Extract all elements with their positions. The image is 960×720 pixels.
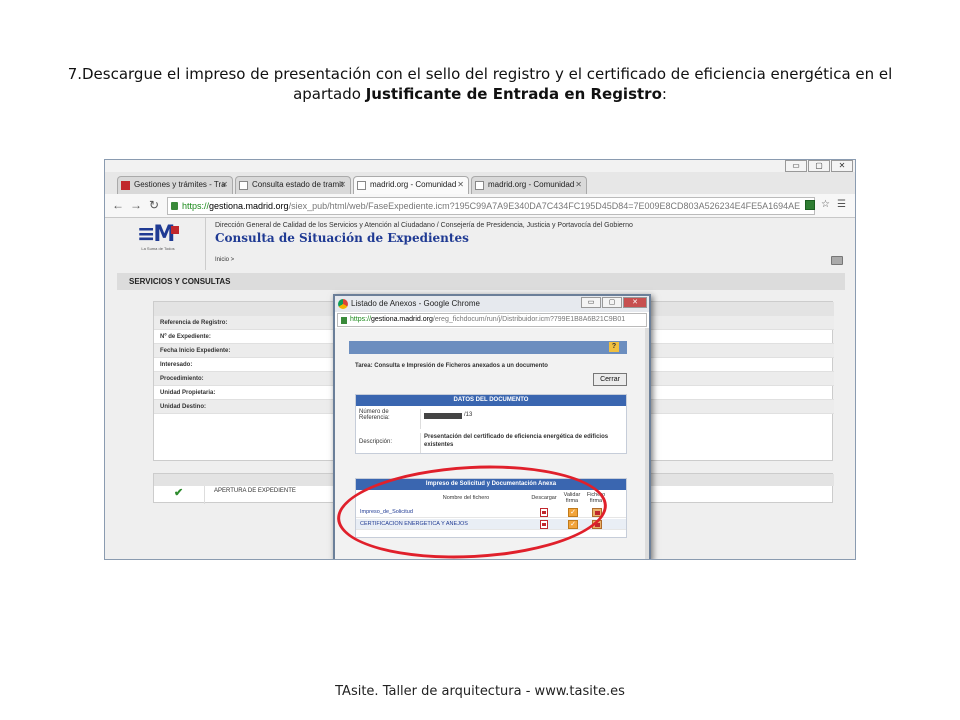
popup-maximize-button[interactable]: ▢ bbox=[602, 297, 622, 308]
url-host: gestiona.madrid.org bbox=[209, 201, 289, 211]
logo-caption: La Suma de Todos bbox=[141, 246, 175, 251]
page-title: Consulta de Situación de Expedientes bbox=[215, 231, 469, 245]
close-tab-icon[interactable]: ✕ bbox=[221, 177, 228, 193]
close-tab-icon[interactable]: ✕ bbox=[575, 177, 582, 193]
lock-icon bbox=[341, 317, 347, 324]
minimize-button[interactable]: ▭ bbox=[785, 160, 807, 172]
close-window-button[interactable]: ✕ bbox=[831, 160, 853, 172]
status-text: APERTURA DE EXPEDIENTE bbox=[214, 488, 296, 494]
section-header: SERVICIOS Y CONSULTAS bbox=[117, 273, 845, 290]
menu-icon[interactable]: ☰ bbox=[837, 199, 846, 210]
popup-titlebar: Listado de Anexos - Google Chrome ▭ ▢ ✕ bbox=[335, 296, 649, 312]
browser-screenshot: ▭ ▢ ✕ Gestiones y trámites - Tra ✕ Consu… bbox=[104, 159, 856, 560]
url-path: /siex_pub/html/web/FaseExpediente.icm?19… bbox=[288, 201, 801, 211]
tab-label: Consulta estado de tramit bbox=[252, 180, 344, 189]
popup-url-scheme: https:// bbox=[350, 316, 372, 323]
close-tab-icon[interactable]: ✕ bbox=[339, 177, 346, 193]
popup-address-bar[interactable]: https://gestiona.madrid.org/ereg_fichdoc… bbox=[337, 313, 647, 327]
page-favicon-icon bbox=[475, 181, 484, 190]
document-data-box: DATOS DEL DOCUMENTO Número de Referencia… bbox=[355, 394, 627, 454]
tab-label: madrid.org - Comunidad bbox=[370, 180, 457, 189]
slide-title-suffix: : bbox=[661, 85, 667, 103]
forward-arrow-icon[interactable]: → bbox=[129, 198, 143, 212]
chrome-logo-icon bbox=[338, 299, 348, 309]
address-bar[interactable]: https://gestiona.madrid.org/siex_pub/htm… bbox=[167, 197, 815, 215]
extension-icon[interactable] bbox=[805, 200, 815, 210]
doc-description-value: Presentación del certificado de eficienc… bbox=[424, 434, 609, 448]
popup-url-host: gestiona.madrid.org bbox=[371, 316, 433, 323]
popup-minimize-button[interactable]: ▭ bbox=[581, 297, 601, 308]
check-icon: ✔ bbox=[174, 487, 184, 499]
tab-bar: Gestiones y trámites - Tra ✕ Consulta es… bbox=[105, 172, 855, 194]
doc-label-description: Descripción: bbox=[359, 439, 393, 445]
help-icon[interactable]: ? bbox=[609, 342, 619, 352]
tab-consulta[interactable]: Consulta estado de tramit ✕ bbox=[235, 176, 351, 194]
doc-row-description: Descripción: Presentación del certificad… bbox=[356, 433, 626, 453]
popup-scrollbar[interactable] bbox=[645, 328, 649, 559]
doc-label-reference: Número de Referencia: bbox=[359, 409, 390, 421]
bookmark-star-icon[interactable]: ☆ bbox=[821, 199, 830, 210]
close-tab-icon[interactable]: ✕ bbox=[457, 177, 464, 193]
page-favicon-icon bbox=[239, 181, 248, 190]
redacted-reference bbox=[424, 413, 462, 419]
doc-row-reference: Número de Referencia: /13 bbox=[356, 409, 626, 429]
doc-divider bbox=[420, 409, 421, 429]
slide-title-bold: Justificante de Entrada en Registro bbox=[365, 85, 662, 103]
comunidad-madrid-logo: ≡M La Suma de Todos bbox=[137, 224, 179, 251]
lock-icon bbox=[171, 202, 178, 210]
tab-label: Gestiones y trámites - Tra bbox=[134, 180, 226, 189]
popup-url-path: /ereg_fichdocum/run/j/Distribuidor.icm?7… bbox=[432, 316, 626, 323]
close-popup-button[interactable]: Cerrar bbox=[593, 373, 627, 386]
tab-madrid[interactable]: madrid.org - Comunidad ✕ bbox=[471, 176, 587, 194]
browser-toolbar: ← → ↻ https://gestiona.madrid.org/siex_p… bbox=[105, 194, 855, 218]
popup-close-button[interactable]: ✕ bbox=[623, 297, 647, 308]
reload-icon[interactable]: ↻ bbox=[147, 198, 161, 212]
url-scheme: https:// bbox=[182, 201, 210, 211]
madrid-favicon-icon bbox=[121, 181, 130, 190]
maximize-button[interactable]: ▢ bbox=[808, 160, 830, 172]
slide-title: 7.Descargue el impreso de presentación c… bbox=[40, 64, 920, 104]
document-header: DATOS DEL DOCUMENTO bbox=[356, 395, 626, 406]
print-icon[interactable] bbox=[831, 256, 843, 265]
tab-madrid-active[interactable]: madrid.org - Comunidad ✕ bbox=[353, 176, 469, 194]
header-department: Dirección General de Calidad de los Serv… bbox=[215, 222, 633, 229]
popup-window-controls: ▭ ▢ ✕ bbox=[580, 297, 647, 308]
header-divider bbox=[205, 218, 206, 270]
task-description: Tarea: Consulta e Impresión de Ficheros … bbox=[355, 363, 548, 369]
popup-title: Listado de Anexos - Google Chrome bbox=[351, 299, 480, 308]
slide-footer: TAsite. Taller de arquitectura - www.tas… bbox=[335, 684, 625, 699]
doc-divider bbox=[420, 433, 421, 453]
logo-red-square bbox=[171, 226, 179, 234]
doc-reference-suffix: /13 bbox=[464, 412, 473, 418]
back-arrow-icon[interactable]: ← bbox=[111, 198, 125, 212]
tab-gestiones[interactable]: Gestiones y trámites - Tra ✕ bbox=[117, 176, 233, 194]
tab-label: madrid.org - Comunidad bbox=[488, 180, 575, 189]
popup-header-bar: ? bbox=[349, 341, 627, 354]
breadcrumb[interactable]: Inicio > bbox=[215, 257, 234, 263]
status-divider bbox=[204, 486, 205, 504]
page-favicon-icon bbox=[357, 181, 366, 190]
